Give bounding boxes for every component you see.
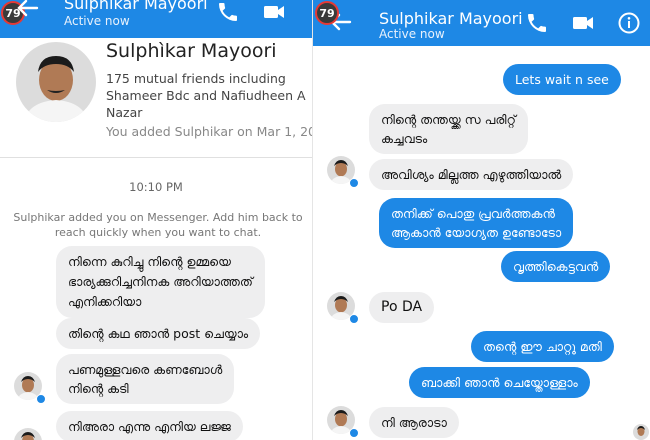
- message-bubble-outgoing[interactable]: തനിക്ക് പൊതു പ്രവർത്തകൻ ആകാൻ യോഗ്യത ഉണ്ട…: [379, 198, 574, 248]
- timestamp-label: 10:10 PM: [129, 180, 183, 194]
- right-header-bar: 79 Sulphikar Mayoori Active now: [313, 0, 650, 46]
- message-bubble[interactable]: അവിശ്യം മില്ലത്ത എഴുത്തിയാൽ: [369, 159, 574, 190]
- profile-name: Sulphìkar Mayoori: [106, 40, 277, 62]
- message-bubble[interactable]: Po DA: [369, 292, 435, 323]
- message-line: നിന്റെ തന്തയ്ക്ക സ പരിറ്റ്: [381, 112, 516, 127]
- info-icon[interactable]: [617, 11, 641, 35]
- message-line: തനിക്ക് പൊതു പ്രവർത്തകൻ: [391, 206, 555, 221]
- messenger-badge-icon: [349, 314, 359, 324]
- video-camera-icon[interactable]: [571, 11, 595, 35]
- messenger-badge-icon: [36, 394, 46, 404]
- message-line: എനിക്കറിയാ: [68, 294, 142, 309]
- message-bubble-outgoing[interactable]: ബാക്കി ഞാൻ ചെയ്തോള്ളാം: [409, 367, 590, 398]
- messenger-badge-icon: [349, 178, 359, 188]
- message-bubble[interactable]: നി ആരാടാ: [369, 407, 459, 438]
- message-bubble-outgoing[interactable]: വൃത്തികെട്ടവൻ: [501, 251, 611, 282]
- contact-profile-card: Sulphìkar Mayoori 175 mutual friends inc…: [0, 38, 312, 158]
- back-arrow-icon[interactable]: [14, 0, 40, 18]
- message-bubble[interactable]: നിന്നെ കുറിച്ചു നിന്റെ ഉമ്മയെ ഭാര്യക്കുറ…: [56, 246, 265, 318]
- phone-icon[interactable]: [216, 0, 240, 24]
- right-notification-badge: 79: [315, 1, 339, 25]
- left-header-bar: 79 Sulphikar Mayoori Active now: [0, 0, 312, 38]
- system-notice: Sulphikar added you on Messenger. Add hi…: [13, 211, 303, 239]
- phone-icon[interactable]: [525, 11, 549, 35]
- profile-avatar[interactable]: [16, 42, 96, 122]
- left-conversation-screen: 79 Sulphikar Mayoori Active now Sulphìka…: [0, 0, 312, 440]
- seen-receipt-avatar: [633, 424, 649, 440]
- message-line: നിന്റെ കടി: [68, 381, 129, 396]
- message-line: കച്ചവടം: [381, 131, 428, 146]
- message-line: പണമുള്ളവരെ കണബോൾ: [68, 362, 223, 377]
- added-date-text: You added Sulphikar on Mar 1, 201: [106, 124, 312, 139]
- right-conversation-screen: 79 Sulphikar Mayoori Active now Lets wai…: [312, 0, 650, 440]
- message-bubble[interactable]: നിഅരാ എന്നു എനിയ ലജ്ജ: [56, 411, 243, 440]
- right-contact-name[interactable]: Sulphikar Mayoori: [379, 9, 523, 28]
- message-bubble[interactable]: തിന്റെ കഥ ഞാൻ post ചെയ്യാം: [56, 318, 261, 349]
- video-camera-icon[interactable]: [262, 0, 286, 24]
- messenger-badge-icon: [349, 428, 359, 438]
- left-contact-name[interactable]: Sulphikar Mayoori: [64, 0, 208, 13]
- left-active-status: Active now: [64, 14, 130, 28]
- message-bubble[interactable]: പണമുള്ളവരെ കണബോൾ നിന്റെ കടി: [56, 354, 235, 404]
- contact-avatar[interactable]: [14, 428, 42, 440]
- profile-divider: [0, 157, 312, 158]
- message-line: ഭാര്യക്കുറിച്ചനിനക അറിയാത്തത്: [68, 274, 253, 289]
- mutual-friends-text: 175 mutual friends including Shameer Bdc…: [106, 71, 306, 120]
- message-line: ആകാൻ യോഗ്യത ഉണ്ടോടോ: [391, 225, 562, 240]
- message-bubble[interactable]: നിന്റെ തന്തയ്ക്ക സ പരിറ്റ് കച്ചവടം: [369, 104, 528, 154]
- message-line: നിന്നെ കുറിച്ചു നിന്റെ ഉമ്മയെ: [68, 254, 231, 269]
- message-bubble-outgoing[interactable]: തന്റെ ഈ ചാറ്റു മതി: [471, 331, 614, 362]
- message-bubble-outgoing[interactable]: Lets wait n see: [503, 64, 621, 95]
- right-active-status: Active now: [379, 27, 445, 41]
